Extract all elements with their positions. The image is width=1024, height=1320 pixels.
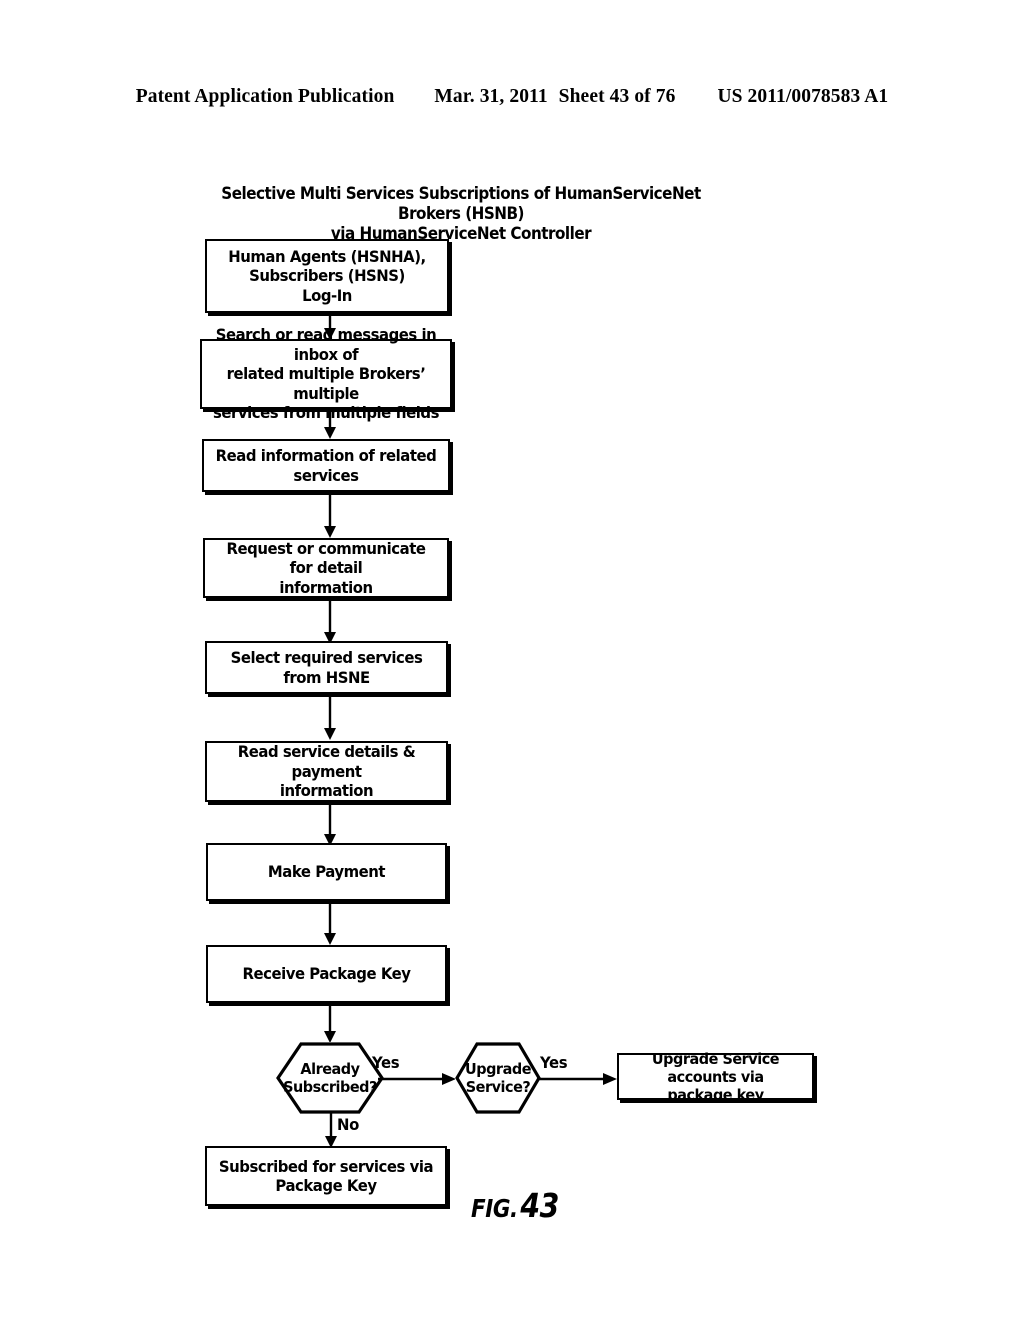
node-subscribed-via-package-key-text: Subscribed for services via Package Key — [218, 1156, 434, 1196]
flowchart-figure: Selective Multi Services Subscriptions o… — [0, 0, 1024, 1320]
flowchart-title-line-1: Selective Multi Services Subscriptions o… — [221, 184, 701, 223]
connector-request-to-select — [319, 598, 341, 644]
node-login[interactable]: Human Agents (HSNHA), Subscribers (HSNS)… — [205, 239, 449, 313]
connector-search-to-read-info — [319, 409, 341, 439]
node-upgrade-accounts[interactable]: Upgrade Service accounts via package key — [617, 1050, 814, 1104]
node-already-subscribed[interactable]: Already Subscribed? — [276, 1042, 384, 1114]
connector-receive-key-to-already-subscribed — [319, 1003, 341, 1043]
node-request-detail[interactable]: Request or communicate for detail inform… — [203, 538, 449, 598]
connector-already-subscribed-no-to-subscribed — [320, 1112, 342, 1148]
figure-caption-number: 43 — [520, 1186, 560, 1225]
node-make-payment[interactable]: Make Payment — [206, 843, 447, 901]
connector-upgrade-yes-to-accounts — [537, 1070, 617, 1088]
node-select-services[interactable]: Select required services from HSNE — [205, 641, 448, 694]
connector-read-payment-to-make-payment — [319, 802, 341, 846]
node-request-detail-text: Request or communicate for detail inform… — [226, 538, 426, 597]
connector-make-payment-to-receive-key — [319, 901, 341, 945]
node-receive-package-key-text: Receive Package Key — [242, 964, 411, 984]
node-upgrade-service[interactable]: Upgrade Service? — [455, 1042, 541, 1114]
node-upgrade-accounts-text: Upgrade Service accounts via package key — [651, 1049, 780, 1104]
node-read-information[interactable]: Read information of related services — [202, 439, 450, 492]
node-read-information-text: Read information of related services — [215, 446, 437, 485]
node-upgrade-service-text: Upgrade Service? — [464, 1060, 532, 1096]
node-search-inbox[interactable]: Search or read messages in inbox of rela… — [200, 325, 452, 422]
connector-already-subscribed-yes-to-upgrade — [378, 1070, 456, 1088]
node-read-payment-info[interactable]: Read service details & payment informati… — [205, 741, 448, 802]
node-receive-package-key[interactable]: Receive Package Key — [206, 945, 447, 1003]
flowchart-title: Selective Multi Services Subscriptions o… — [217, 184, 705, 244]
connector-read-info-to-request — [319, 492, 341, 538]
node-make-payment-text: Make Payment — [267, 862, 386, 882]
node-login-text: Human Agents (HSNHA), Subscribers (HSNS)… — [228, 246, 426, 305]
node-subscribed-via-package-key[interactable]: Subscribed for services via Package Key — [205, 1146, 447, 1206]
figure-caption-word: FIG. — [471, 1194, 518, 1223]
node-select-services-text: Select required services from HSNE — [230, 648, 423, 687]
node-already-subscribed-text: Already Subscribed? — [283, 1060, 377, 1096]
figure-caption: FIG.43 — [471, 1186, 559, 1225]
node-read-payment-info-text: Read service details & payment informati… — [237, 742, 416, 801]
connector-select-to-read-payment — [319, 694, 341, 740]
